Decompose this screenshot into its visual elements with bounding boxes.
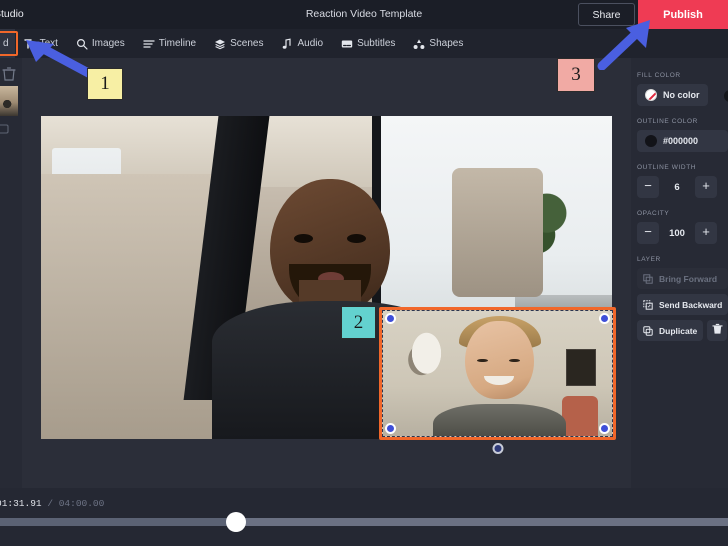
current-time: 01:31.91 bbox=[0, 498, 42, 509]
tab-images[interactable]: Images bbox=[67, 29, 134, 58]
opacity-stepper: − 100 + bbox=[637, 222, 717, 244]
tab-label-audio: Audio bbox=[297, 38, 324, 49]
trash-icon[interactable] bbox=[2, 66, 16, 82]
annotation-badge-3: 3 bbox=[557, 58, 595, 92]
outline-color-label: OUTLINE COLOR bbox=[637, 118, 698, 125]
tab-label-images: Images bbox=[91, 38, 125, 49]
resize-handle-top-right[interactable] bbox=[599, 313, 610, 324]
layer-label: LAYER bbox=[637, 256, 661, 263]
scene-thumbnail[interactable] bbox=[0, 86, 18, 116]
fill-color-value: No color bbox=[663, 90, 700, 100]
rotate-handle[interactable] bbox=[492, 443, 503, 454]
subject-eye-right bbox=[346, 233, 366, 244]
timeline-scrubber[interactable] bbox=[226, 512, 246, 532]
timeline-progress bbox=[0, 518, 233, 526]
resize-handle-bottom-right[interactable] bbox=[599, 423, 610, 434]
delete-layer-button[interactable] bbox=[707, 320, 728, 341]
bring-forward-label: Bring Forward bbox=[659, 273, 718, 284]
playback-bar: 01:31.91 / 04:00.00 bbox=[0, 488, 728, 546]
search-icon bbox=[76, 38, 88, 50]
left-rail bbox=[0, 58, 22, 488]
shapes-icon bbox=[413, 38, 425, 50]
outline-width-value: 6 bbox=[674, 181, 680, 193]
send-backward-icon bbox=[643, 299, 653, 310]
publish-button[interactable]: Publish bbox=[638, 0, 728, 29]
pip-overlay-clip[interactable] bbox=[379, 307, 616, 454]
outline-color-button[interactable]: #000000 bbox=[637, 130, 728, 152]
video-editor-app: Studio Reaction Video Template Share Pub… bbox=[0, 0, 728, 546]
timeline-icon bbox=[143, 38, 155, 50]
scenes-icon bbox=[214, 38, 226, 50]
resize-handle-bottom-left[interactable] bbox=[385, 423, 396, 434]
total-time: 04:00.00 bbox=[58, 498, 105, 509]
black-circle-icon bbox=[645, 135, 657, 147]
tab-shapes[interactable]: Shapes bbox=[404, 29, 472, 58]
duplicate-icon bbox=[643, 325, 653, 336]
outline-width-group: OUTLINE WIDTH − 6 + bbox=[637, 164, 728, 198]
opacity-value: 100 bbox=[669, 227, 685, 239]
trash-icon bbox=[712, 322, 723, 340]
canvas-stage[interactable] bbox=[22, 58, 631, 490]
timeline-track[interactable] bbox=[0, 518, 728, 526]
duplicate-button[interactable]: Duplicate bbox=[637, 320, 704, 341]
outline-width-label: OUTLINE WIDTH bbox=[637, 164, 697, 171]
fill-color-label: FILL COLOR bbox=[637, 72, 681, 79]
scene-thumbnail-image bbox=[0, 86, 18, 116]
resize-handle-top-left[interactable] bbox=[385, 313, 396, 324]
tab-subtitles[interactable]: Subtitles bbox=[332, 29, 404, 58]
tab-label-record: d bbox=[3, 38, 9, 49]
tab-text[interactable]: Text bbox=[15, 29, 67, 58]
tab-scenes[interactable]: Scenes bbox=[205, 29, 272, 58]
opacity-decrement[interactable]: − bbox=[637, 222, 659, 244]
properties-panel: FILL COLOR No color OUTLINE COLOR #00000… bbox=[631, 58, 728, 488]
annotation-badge-2: 2 bbox=[341, 306, 376, 339]
time-separator: / bbox=[47, 498, 54, 509]
opacity-increment[interactable]: + bbox=[695, 222, 717, 244]
fill-color-button[interactable]: No color bbox=[637, 84, 708, 106]
tab-audio[interactable]: Audio bbox=[272, 29, 332, 58]
duplicate-label: Duplicate bbox=[659, 325, 698, 336]
outline-color-value: #000000 bbox=[663, 136, 699, 146]
fill-color-row: No color bbox=[637, 84, 728, 106]
outline-width-stepper: − 6 + bbox=[637, 176, 717, 198]
selection-outline bbox=[379, 307, 616, 440]
outline-width-decrement[interactable]: − bbox=[637, 176, 659, 198]
share-button[interactable]: Share bbox=[578, 3, 635, 26]
car-headrest bbox=[452, 167, 544, 297]
send-backward-button[interactable]: Send Backward bbox=[637, 294, 728, 315]
top-bar: Studio Reaction Video Template Share Pub… bbox=[0, 0, 728, 29]
no-color-icon bbox=[645, 89, 657, 101]
audio-note-icon bbox=[281, 37, 293, 50]
bring-forward-button[interactable]: Bring Forward bbox=[637, 268, 728, 289]
tab-label-shapes: Shapes bbox=[429, 38, 464, 49]
outline-color-group: OUTLINE COLOR #000000 bbox=[637, 118, 728, 152]
tab-label-text: Text bbox=[39, 38, 58, 49]
subtitles-icon bbox=[341, 38, 353, 50]
bring-forward-icon bbox=[643, 273, 653, 284]
scene-badge-icon bbox=[0, 124, 9, 134]
opacity-group: OPACITY − 100 + bbox=[637, 210, 728, 244]
annotation-badge-1: 1 bbox=[87, 68, 123, 100]
text-icon bbox=[23, 38, 36, 50]
tab-label-timeline: Timeline bbox=[158, 38, 197, 49]
tab-label-scenes: Scenes bbox=[230, 38, 264, 49]
tool-tabs: d Text Images Timeline Scenes Audio Subt… bbox=[0, 29, 728, 58]
duplicate-row: Duplicate bbox=[637, 320, 728, 341]
subject-eye-left bbox=[293, 233, 313, 244]
outline-width-increment[interactable]: + bbox=[695, 176, 717, 198]
tab-label-subtitles: Subtitles bbox=[357, 38, 396, 49]
tab-timeline[interactable]: Timeline bbox=[134, 29, 205, 58]
fill-color-group: FILL COLOR No color bbox=[637, 72, 728, 106]
sidebar-item-record[interactable]: d bbox=[0, 29, 15, 58]
opacity-label: OPACITY bbox=[637, 210, 670, 217]
timecode-display: 01:31.91 / 04:00.00 bbox=[0, 498, 104, 509]
layer-group: LAYER Bring Forward Send Backward Duplic… bbox=[637, 256, 728, 341]
send-backward-label: Send Backward bbox=[659, 299, 723, 310]
